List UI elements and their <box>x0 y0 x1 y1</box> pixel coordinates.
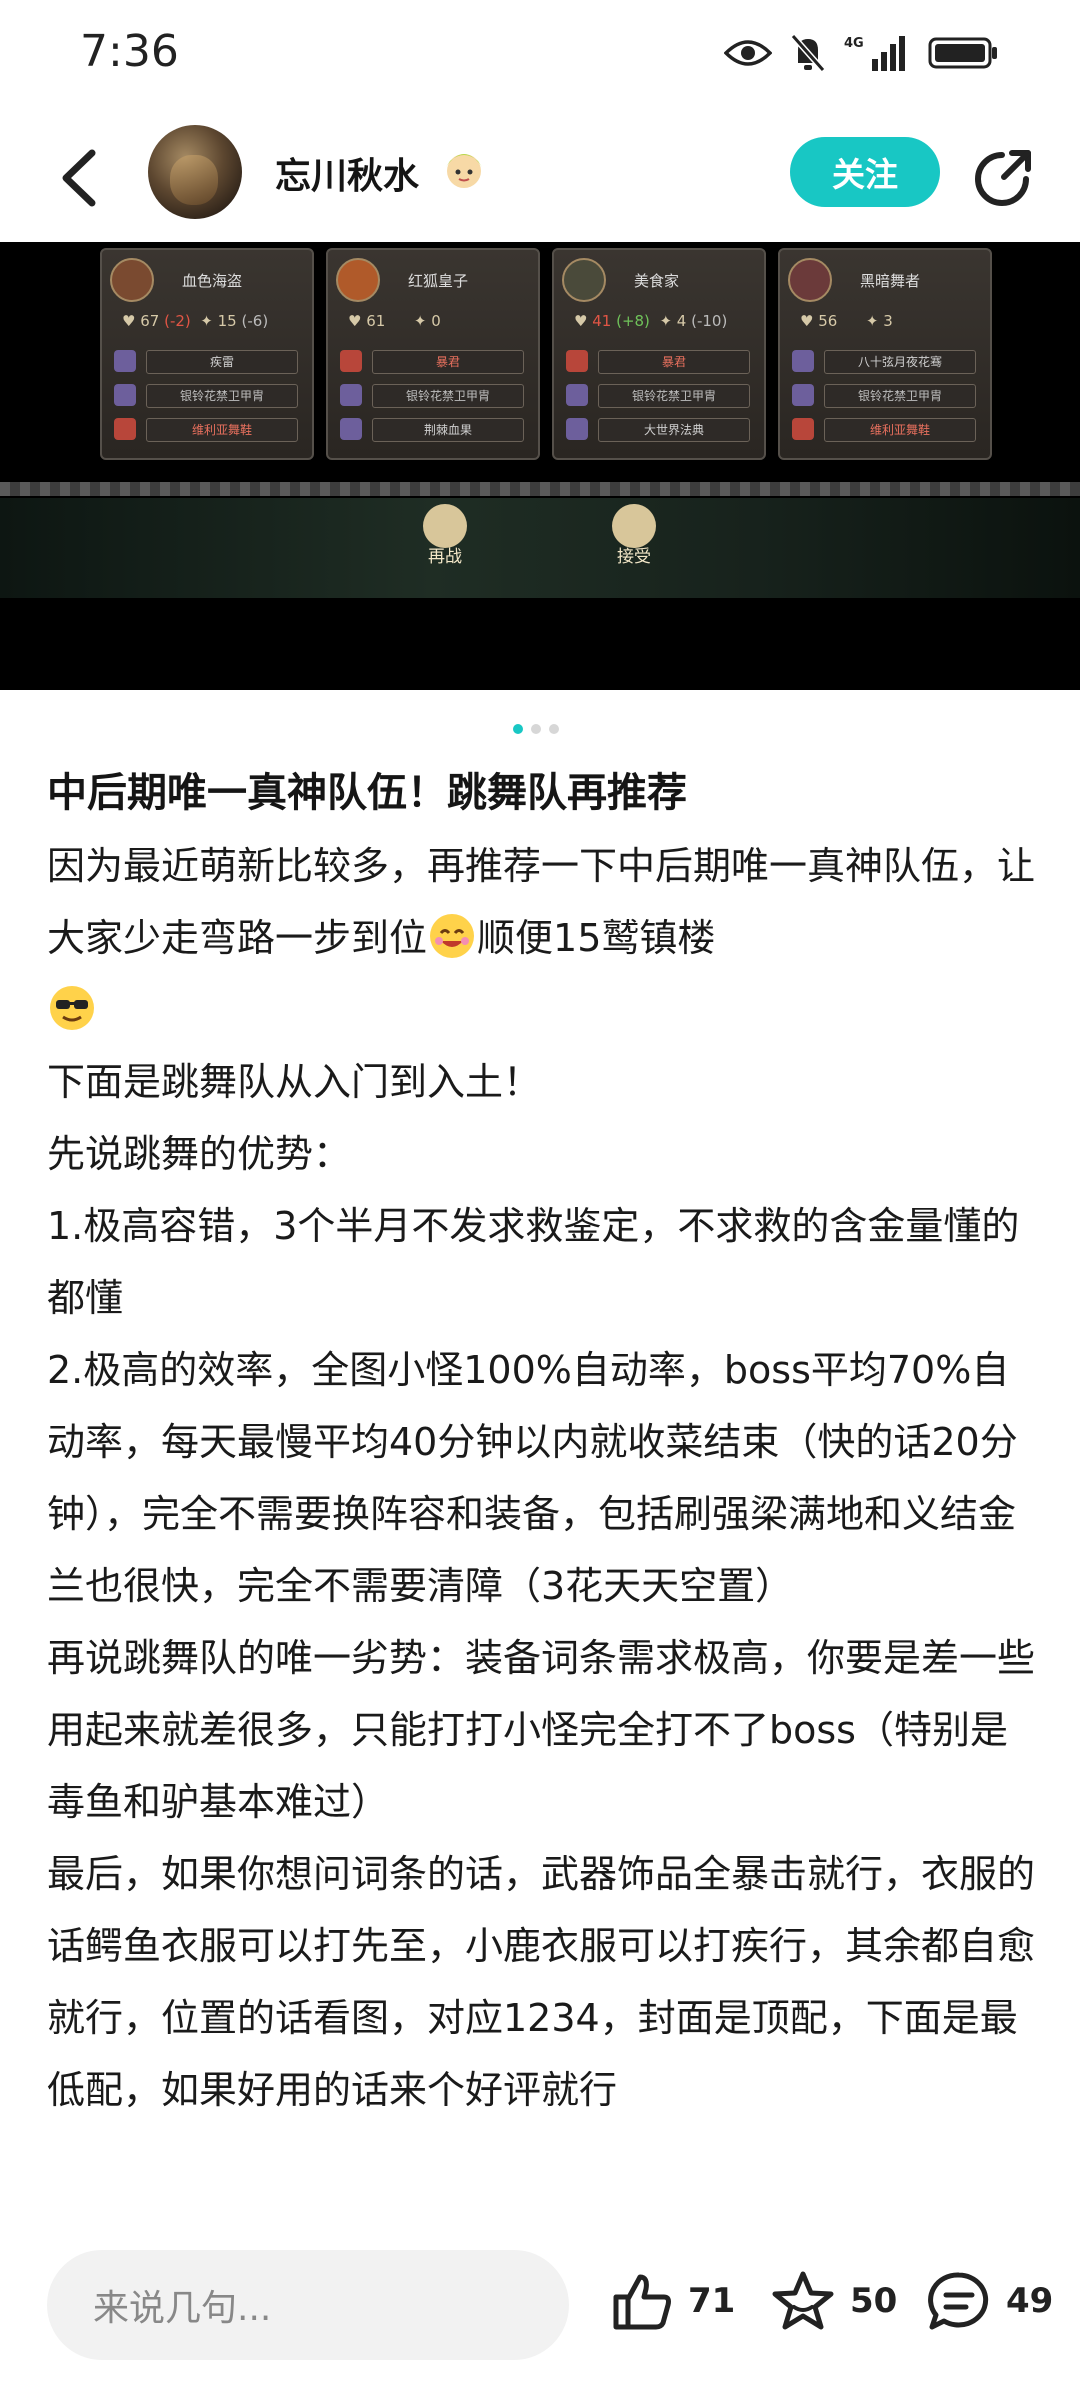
armor-icon <box>566 384 588 406</box>
character-card: 血色海盗 ♥ 67 (-2) ✦ 15 (-6) 疾雷 银铃花禁卫甲胄 维利亚舞… <box>100 248 314 460</box>
status-icons: 4G <box>724 30 1000 76</box>
equipment-slot: 银铃花禁卫甲胄 <box>598 384 750 408</box>
post-body: 因为最近萌新比较多，再推荐一下中后期唯一真神队伍，让大家少走弯路一步到位 顺便15… <box>47 830 1037 2126</box>
accessory-icon <box>566 418 588 440</box>
character-name: 美食家 <box>634 272 680 290</box>
equipment-slot: 暴君 <box>598 350 750 374</box>
bottom-action-bar: 来说几句... 71 50 49 <box>0 2218 1080 2390</box>
character-stats: ♥ 61 ✦ 0 <box>348 312 441 330</box>
equipment-slot: 疾雷 <box>146 350 298 374</box>
sunglasses-emoji-icon <box>50 986 94 1030</box>
equipment-slot: 银铃花禁卫甲胄 <box>372 384 524 408</box>
accept-label: 接受 <box>617 547 651 567</box>
battlefield-background <box>0 498 1080 598</box>
character-name: 红狐皇子 <box>408 272 469 290</box>
character-portrait <box>562 258 606 302</box>
carousel-dot[interactable] <box>531 724 541 734</box>
character-stats: ♥ 41 (+8) ✦ 4 (-10) <box>574 312 728 330</box>
paragraph: 先说跳舞的优势： <box>47 1132 352 1176</box>
author-avatar[interactable] <box>148 125 242 219</box>
equipment-slot: 银铃花禁卫甲胄 <box>824 384 976 408</box>
equipment-slot: 八十弦月夜花骞 <box>824 350 976 374</box>
network-label: 4G <box>844 36 864 51</box>
character-portrait <box>110 258 154 302</box>
paragraph: 因为最近萌新比较多，再推荐一下中后期唯一真神队伍，让大家少走弯路一步到位 顺便15… <box>47 844 1036 960</box>
character-name: 血色海盗 <box>182 272 243 290</box>
thumbs-up-icon <box>613 2274 671 2330</box>
comment-bubble-icon <box>928 2272 989 2330</box>
paragraph: 最后，如果你想问词条的话，武器饰品全暴击就行，衣服的话鳄鱼衣服可以打先至，小鹿衣… <box>47 1852 1036 2112</box>
weapon-icon <box>792 350 814 372</box>
character-card: 美食家 ♥ 41 (+8) ✦ 4 (-10) 暴君 银铃花禁卫甲胄 大世界法典 <box>552 248 766 460</box>
equipment-slot: 荆棘血果 <box>372 418 524 442</box>
character-stats: ♥ 56 ✦ 3 <box>800 312 893 330</box>
equipment-slot: 维利亚舞鞋 <box>146 418 298 442</box>
share-icon[interactable] <box>972 145 1036 209</box>
decorative-band <box>0 482 1080 496</box>
post-title: 中后期唯一真神队伍！跳舞队再推荐 <box>47 770 687 816</box>
follow-button[interactable]: 关注 <box>790 137 940 207</box>
favorite-button[interactable]: 50 <box>770 2266 897 2336</box>
carousel-indicator <box>513 724 559 734</box>
character-portrait <box>336 258 380 302</box>
paragraph: 再说跳舞队的唯一劣势：装备词条需求极高，你要是差一些用起来就差很多，只能打打小怪… <box>47 1636 1036 1824</box>
weapon-icon <box>566 350 588 372</box>
armor-icon <box>114 384 136 406</box>
armor-icon <box>340 384 362 406</box>
paragraph: 1.极高容错，3个半月不发求救鉴定，不求救的含金量懂的都懂 <box>47 1204 1020 1320</box>
star-icon <box>772 2271 834 2330</box>
post-image[interactable]: 血色海盗 ♥ 67 (-2) ✦ 15 (-6) 疾雷 银铃花禁卫甲胄 维利亚舞… <box>0 242 1080 690</box>
character-emoji-icon <box>446 154 482 188</box>
battery-icon <box>928 37 997 69</box>
author-name[interactable]: 忘川秋水 <box>275 147 419 199</box>
accessory-icon <box>340 418 362 440</box>
carousel-dot[interactable] <box>549 724 559 734</box>
equipment-slot: 大世界法典 <box>598 418 750 442</box>
mute-bell-icon <box>790 34 826 72</box>
signal-icon: 4G <box>844 36 905 71</box>
paragraph <box>47 974 1037 1046</box>
equipment-slot: 暴君 <box>372 350 524 374</box>
character-name: 黑暗舞者 <box>860 272 921 290</box>
retry-label: 再战 <box>428 547 462 567</box>
paragraph: 2.极高的效率，全图小怪100%自动率，boss平均70%自动率，每天最慢平均4… <box>47 1348 1018 1608</box>
post-header: 忘川秋水 关注 <box>0 125 1080 235</box>
comment-button[interactable]: 49 <box>926 2266 1053 2336</box>
party-cards: 血色海盗 ♥ 67 (-2) ✦ 15 (-6) 疾雷 银铃花禁卫甲胄 维利亚舞… <box>100 248 992 460</box>
character-stats: ♥ 67 (-2) ✦ 15 (-6) <box>122 312 269 330</box>
accessory-icon <box>114 418 136 440</box>
happy-emoji-icon <box>430 914 475 958</box>
carousel-dot[interactable] <box>513 724 523 734</box>
eye-icon <box>724 40 772 66</box>
like-count: 71 <box>688 2281 736 2321</box>
comment-count: 49 <box>1006 2281 1054 2321</box>
weapon-icon <box>340 350 362 372</box>
equipment-slot: 银铃花禁卫甲胄 <box>146 384 298 408</box>
comment-input[interactable]: 来说几句... <box>47 2250 569 2360</box>
like-button[interactable]: 71 <box>610 2266 735 2336</box>
favorite-count: 50 <box>850 2281 898 2321</box>
accessory-icon <box>792 418 814 440</box>
weapon-icon <box>114 350 136 372</box>
character-portrait <box>788 258 832 302</box>
character-card: 黑暗舞者 ♥ 56 ✦ 3 八十弦月夜花骞 银铃花禁卫甲胄 维利亚舞鞋 <box>778 248 992 460</box>
status-time: 7:36 <box>80 26 179 77</box>
status-bar: 7:36 4G <box>0 0 1080 105</box>
paragraph: 下面是跳舞队从入门到入土！ <box>47 1060 542 1104</box>
character-card: 红狐皇子 ♥ 61 ✦ 0 暴君 银铃花禁卫甲胄 荆棘血果 <box>326 248 540 460</box>
armor-icon <box>792 384 814 406</box>
back-arrow-icon[interactable] <box>50 143 110 213</box>
text-fade-overlay <box>0 2140 1080 2220</box>
equipment-slot: 维利亚舞鞋 <box>824 418 976 442</box>
